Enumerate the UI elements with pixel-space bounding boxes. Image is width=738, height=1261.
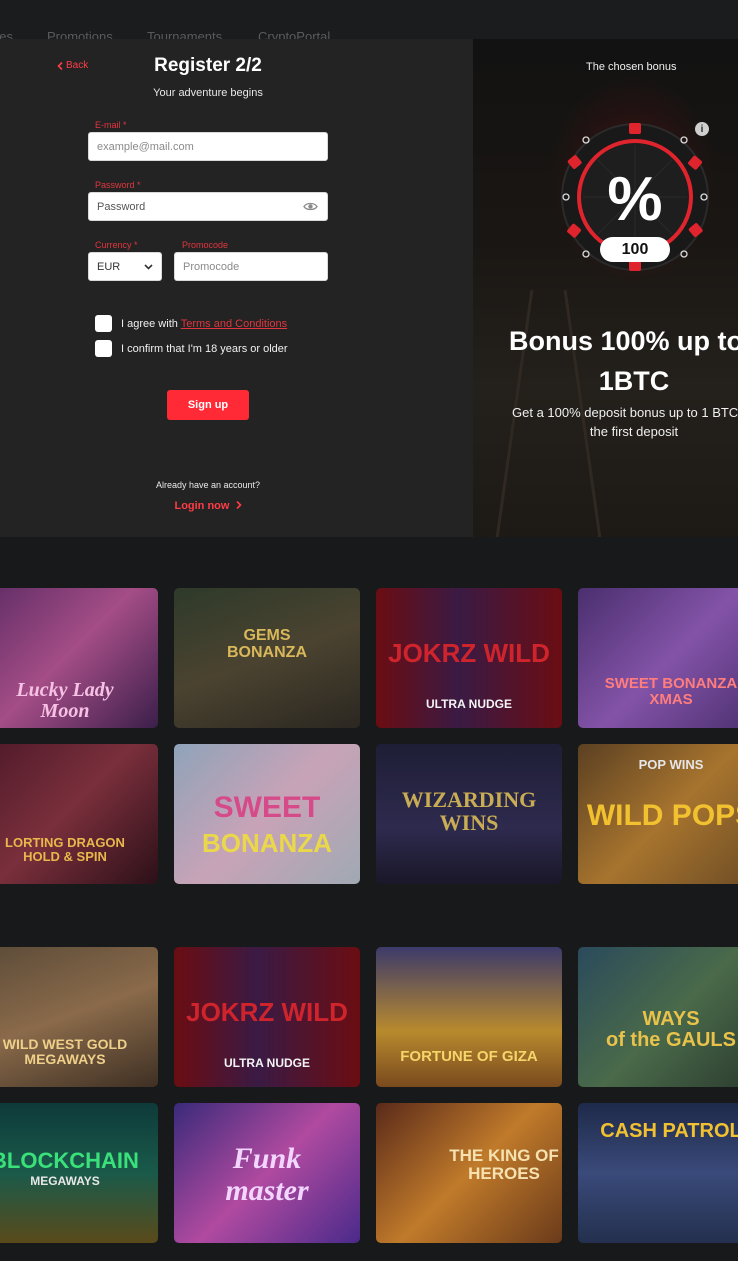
age-checkbox[interactable]: [95, 340, 112, 357]
game-subtitle: XMAS: [649, 690, 693, 708]
terms-text: I agree with Terms and Conditions: [121, 318, 287, 330]
bonus-description: Get a 100% deposit bonus up to 1 BTC: [512, 405, 738, 420]
bonus-headline: Bonus 100% up to: [509, 326, 738, 356]
game-tile[interactable]: BLOCKCHAIN MEGAWAYS: [0, 1103, 158, 1243]
password-label: Password *: [95, 180, 141, 190]
bonus-description-line2: the first deposit: [589, 424, 679, 439]
percent-symbol: %: [607, 165, 662, 234]
game-title: POP WINS: [638, 757, 704, 772]
game-tile[interactable]: WIZARDING WINS: [376, 744, 562, 884]
game-title: FORTUNE OF GIZA: [400, 1048, 538, 1065]
game-tile[interactable]: GEMS BONANZA: [174, 588, 360, 728]
game-title: WAYS: [642, 1008, 700, 1030]
game-tile[interactable]: LORTING DRAGON HOLD & SPIN: [0, 744, 158, 884]
bonus-headline-amount: 1BTC: [598, 366, 670, 396]
game-tile[interactable]: WAYS of the GAULS: [578, 947, 738, 1087]
game-subtitle: of the GAULS: [606, 1029, 736, 1051]
promocode-field[interactable]: Promocode: [174, 252, 328, 281]
bonus-panel: The chosen bonus i % 100 Bonus 100% up t…: [473, 39, 738, 537]
currency-select[interactable]: EUR: [88, 252, 162, 281]
game-tile[interactable]: Lucky Lady Moon: [0, 588, 158, 728]
game-subtitle: HOLD & SPIN: [23, 848, 107, 864]
promocode-placeholder: Promocode: [183, 260, 240, 273]
email-field[interactable]: example@mail.com: [88, 132, 328, 161]
game-subtitle: MEGAWAYS: [24, 1050, 106, 1067]
game-subtitle: Moon: [40, 700, 90, 722]
game-title: GEMS: [243, 627, 291, 644]
game-title: SWEET: [213, 791, 321, 824]
age-row: I confirm that I'm 18 years or older: [95, 340, 288, 357]
game-title: BLOCKCHAIN: [0, 1148, 139, 1173]
password-field[interactable]: Password: [88, 192, 328, 221]
game-title: SWEET BONANZA: [604, 675, 738, 692]
game-title: Funk: [232, 1142, 302, 1175]
nav-item-promotions[interactable]: Promotions: [47, 29, 113, 39]
login-label: Login now: [174, 500, 230, 512]
login-link[interactable]: Login now: [0, 500, 416, 512]
promocode-label: Promocode: [182, 240, 229, 250]
nav-item-cryptoportal[interactable]: CryptoPortal: [258, 29, 330, 39]
game-title: CASH PATROL: [600, 1120, 738, 1142]
game-tile[interactable]: THE KING OF HEROES: [376, 1103, 562, 1243]
game-tile[interactable]: JOKRZ WILD ULTRA NUDGE: [376, 588, 562, 728]
game-title: THE KING OF: [449, 1146, 559, 1165]
game-tile[interactable]: SWEET BONANZA: [174, 744, 360, 884]
registration-modal: Back Register 2/2 Your adventure begins …: [0, 39, 738, 537]
game-tile[interactable]: SWEET BONANZA XMAS: [578, 588, 738, 728]
terms-checkbox[interactable]: [95, 315, 112, 332]
top-navigation: nes Promotions Tournaments CryptoPortal: [0, 0, 738, 39]
email-placeholder: example@mail.com: [97, 140, 194, 153]
currency-label: Currency *: [95, 240, 138, 250]
game-title: WIZARDING: [401, 787, 537, 812]
game-subtitle: WILD POPS: [586, 799, 738, 832]
game-title: JOKRZ WILD: [388, 638, 550, 668]
page-subtitle: Your adventure begins: [153, 87, 263, 99]
password-placeholder: Password: [97, 200, 146, 213]
nav-item-tournaments[interactable]: Tournaments: [147, 29, 222, 39]
game-tile[interactable]: POP WINS WILD POPS: [578, 744, 738, 884]
game-subtitle: BONANZA: [202, 828, 332, 858]
game-tile[interactable]: FORTUNE OF GIZA: [376, 947, 562, 1087]
email-label: E-mail *: [95, 120, 127, 130]
game-tile[interactable]: WILD WEST GOLD MEGAWAYS: [0, 947, 158, 1087]
chevron-down-icon: [144, 263, 153, 270]
game-tile[interactable]: JOKRZ WILD ULTRA NUDGE: [174, 947, 360, 1087]
currency-value: EUR: [97, 260, 121, 273]
terms-link[interactable]: Terms and Conditions: [181, 318, 287, 330]
game-title: Lucky Lady: [16, 679, 114, 701]
age-text: I confirm that I'm 18 years or older: [121, 342, 288, 355]
game-title: WILD WEST GOLD: [2, 1036, 128, 1052]
game-subtitle: BONANZA: [227, 643, 307, 661]
game-subtitle: WINS: [439, 810, 499, 836]
terms-row: I agree with Terms and Conditions: [95, 315, 287, 332]
game-tile[interactable]: Funk master: [174, 1103, 360, 1243]
registration-form-panel: Back Register 2/2 Your adventure begins …: [0, 39, 473, 537]
game-title: JOKRZ WILD: [186, 997, 348, 1027]
game-subtitle: HEROES: [468, 1163, 540, 1183]
nav-item-games[interactable]: nes: [0, 29, 13, 39]
chevron-right-icon: [235, 500, 242, 510]
bonus-amount-pill: 100: [600, 237, 670, 262]
chosen-bonus-label: The chosen bonus: [586, 61, 677, 73]
eye-icon[interactable]: [303, 201, 318, 212]
game-subtitle: master: [225, 1173, 309, 1207]
signup-button[interactable]: Sign up: [167, 390, 249, 420]
terms-prefix: I agree with: [121, 317, 181, 330]
game-subtitle: ULTRA NUDGE: [426, 697, 512, 711]
already-account-text: Already have an account?: [155, 480, 261, 490]
game-subtitle: MEGAWAYS: [30, 1174, 100, 1188]
game-tile[interactable]: CASH PATROL: [578, 1103, 738, 1243]
page-title: Register 2/2: [154, 55, 262, 76]
game-subtitle: ULTRA NUDGE: [224, 1056, 310, 1070]
